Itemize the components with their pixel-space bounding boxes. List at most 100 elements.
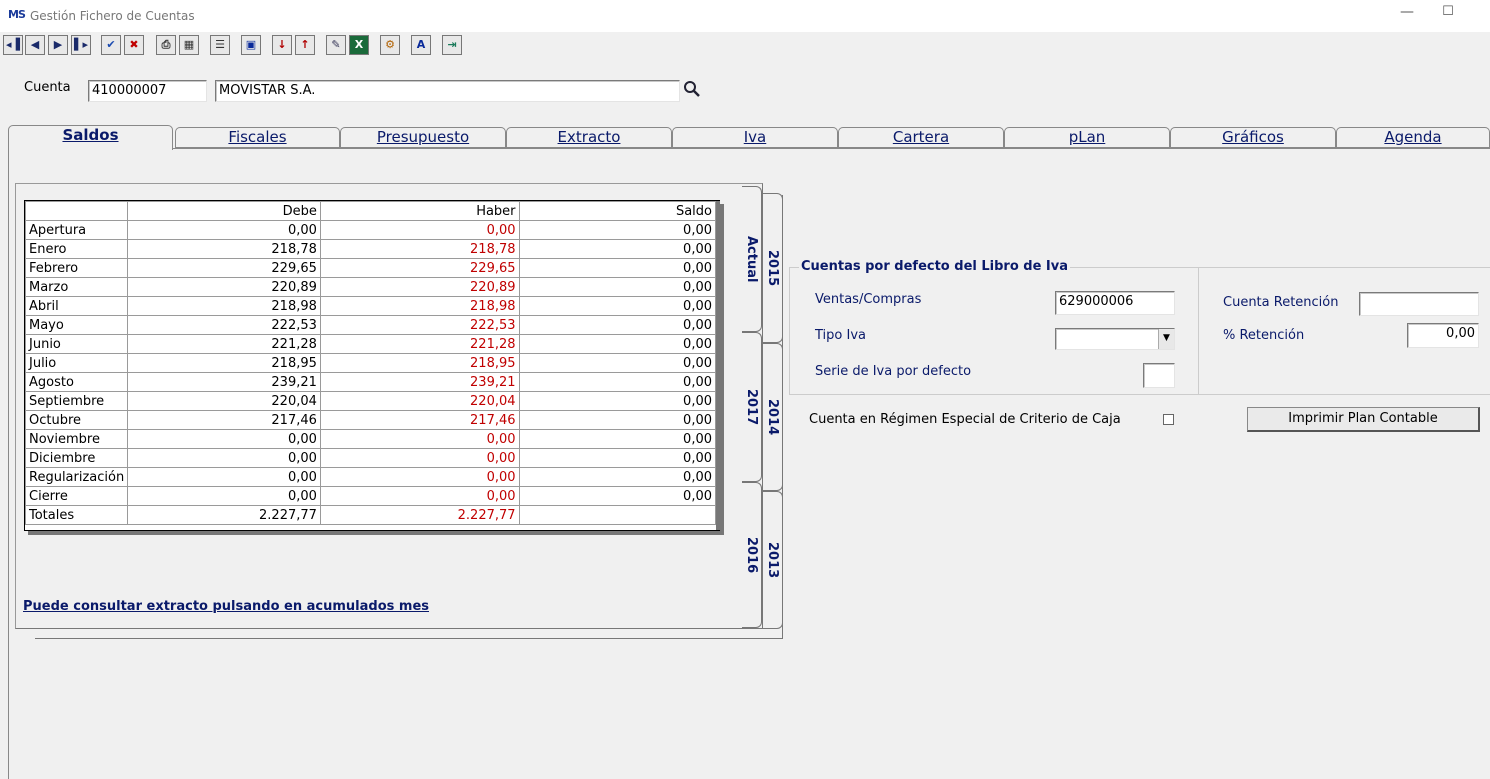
row-debe[interactable]: 221,28 [127, 334, 321, 354]
row-haber[interactable]: 222,53 [319, 315, 520, 335]
year-tab-2013[interactable]: 2013 [763, 491, 783, 629]
row-saldo[interactable]: 0,00 [518, 467, 717, 487]
exit-button[interactable]: ⇥ [442, 35, 462, 55]
grid-scrollbar[interactable] [716, 201, 720, 530]
table-row[interactable]: Mayo 222,53 222,53 0,00 [24, 315, 717, 335]
table-row[interactable]: Septiembre 220,04 220,04 0,00 [24, 391, 717, 411]
year-tab-2014[interactable]: 2014 [763, 343, 783, 491]
minimize-button[interactable]: — [1395, 4, 1419, 26]
row-saldo[interactable]: 0,00 [518, 277, 717, 297]
row-haber[interactable]: 217,46 [319, 410, 520, 430]
row-haber[interactable]: 0,00 [319, 448, 520, 468]
tools-button[interactable]: ⚙ [380, 35, 400, 55]
table-row[interactable]: Junio 221,28 221,28 0,00 [24, 334, 717, 354]
list-button[interactable]: ☰ [210, 35, 230, 55]
next-record-button[interactable]: ▶ [48, 35, 68, 55]
porcentaje-retencion-input[interactable]: 0,00 [1407, 323, 1479, 348]
table-row[interactable]: Apertura 0,00 0,00 0,00 [24, 220, 717, 240]
ventas-compras-input[interactable]: 629000006 [1055, 291, 1175, 315]
row-saldo[interactable]: 0,00 [518, 410, 717, 430]
row-haber[interactable]: 220,89 [319, 277, 520, 297]
criterio-caja-checkbox[interactable] [1163, 414, 1174, 425]
row-debe[interactable]: 0,00 [127, 467, 321, 487]
row-saldo[interactable]: 0,00 [518, 372, 717, 392]
table-row[interactable]: Marzo 220,89 220,89 0,00 [24, 277, 717, 297]
tipo-iva-select[interactable]: ▼ [1055, 328, 1175, 350]
row-debe[interactable]: 217,46 [127, 410, 321, 430]
first-record-button[interactable]: ◂▐ [3, 35, 23, 55]
calculator-button[interactable]: ▦ [179, 35, 199, 55]
row-debe[interactable]: 218,98 [127, 296, 321, 316]
chevron-down-icon[interactable]: ▼ [1158, 329, 1174, 349]
row-saldo[interactable]: 0,00 [518, 353, 717, 373]
row-saldo[interactable]: 0,00 [518, 391, 717, 411]
screen-button[interactable]: ▣ [241, 35, 261, 55]
row-haber[interactable]: 2.227,77 [319, 505, 520, 525]
year-tab-actual[interactable]: Actual [742, 186, 762, 332]
row-saldo[interactable]: 0,00 [518, 239, 717, 259]
table-row[interactable]: Totales 2.227,77 2.227,77 [24, 505, 717, 525]
print-button[interactable]: ⎙ [156, 35, 176, 55]
row-debe[interactable]: 0,00 [127, 429, 321, 449]
tab-fiscales[interactable]: Fiscales [175, 127, 340, 148]
row-debe[interactable]: 220,04 [127, 391, 321, 411]
row-haber[interactable]: 218,98 [319, 296, 520, 316]
row-saldo[interactable]: 0,00 [518, 486, 717, 506]
table-row[interactable]: Julio 218,95 218,95 0,00 [24, 353, 717, 373]
row-haber[interactable]: 239,21 [319, 372, 520, 392]
table-row[interactable]: Febrero 229,65 229,65 0,00 [24, 258, 717, 278]
serie-iva-input[interactable] [1143, 363, 1175, 388]
last-record-button[interactable]: ▌▸ [71, 35, 91, 55]
row-debe[interactable]: 0,00 [127, 220, 321, 240]
cancel-button[interactable]: ✖ [124, 35, 144, 55]
row-haber[interactable]: 0,00 [319, 429, 520, 449]
row-haber[interactable]: 0,00 [319, 220, 520, 240]
row-saldo[interactable] [518, 505, 717, 525]
tab-cartera[interactable]: Cartera [838, 127, 1004, 148]
search-icon[interactable] [683, 80, 703, 100]
row-debe[interactable]: 0,00 [127, 448, 321, 468]
tab-saldos[interactable]: Saldos [8, 125, 173, 150]
row-haber[interactable]: 0,00 [319, 486, 520, 506]
row-haber[interactable]: 220,04 [319, 391, 520, 411]
cuenta-retencion-input[interactable] [1359, 292, 1479, 316]
sort-asc-button[interactable]: ↓ [272, 35, 292, 55]
word-button[interactable]: A [411, 35, 431, 55]
row-saldo[interactable]: 0,00 [518, 315, 717, 335]
row-debe[interactable]: 218,95 [127, 353, 321, 373]
row-debe[interactable]: 239,21 [127, 372, 321, 392]
table-row[interactable]: Regularización 0,00 0,00 0,00 [24, 467, 717, 487]
table-row[interactable]: Abril 218,98 218,98 0,00 [24, 296, 717, 316]
imprimir-plan-button[interactable]: Imprimir Plan Contable [1247, 407, 1480, 432]
row-debe[interactable]: 218,78 [127, 239, 321, 259]
row-saldo[interactable]: 0,00 [518, 429, 717, 449]
table-row[interactable]: Noviembre 0,00 0,00 0,00 [24, 429, 717, 449]
tab-extracto[interactable]: Extracto [506, 127, 672, 148]
row-debe[interactable]: 229,65 [127, 258, 321, 278]
row-saldo[interactable]: 0,00 [518, 296, 717, 316]
tab-graficos[interactable]: Gráficos [1170, 127, 1336, 148]
tab-plan[interactable]: pLan [1004, 127, 1170, 148]
row-haber[interactable]: 229,65 [319, 258, 520, 278]
row-debe[interactable]: 222,53 [127, 315, 321, 335]
row-debe[interactable]: 2.227,77 [127, 505, 321, 525]
table-row[interactable]: Agosto 239,21 239,21 0,00 [24, 372, 717, 392]
sort-desc-button[interactable]: ↑ [295, 35, 315, 55]
extracto-hint-link[interactable]: Puede consultar extracto pulsando en acu… [23, 599, 429, 614]
table-row[interactable]: Octubre 217,46 217,46 0,00 [24, 410, 717, 430]
maximize-button[interactable]: ☐ [1436, 4, 1460, 26]
account-code-input[interactable]: 410000007 [88, 80, 207, 102]
notes-button[interactable]: ✎ [326, 35, 346, 55]
row-haber[interactable]: 221,28 [319, 334, 520, 354]
tab-agenda[interactable]: Agenda [1336, 127, 1490, 148]
table-row[interactable]: Diciembre 0,00 0,00 0,00 [24, 448, 717, 468]
row-haber[interactable]: 0,00 [319, 467, 520, 487]
row-saldo[interactable]: 0,00 [518, 220, 717, 240]
table-row[interactable]: Cierre 0,00 0,00 0,00 [24, 486, 717, 506]
table-row[interactable]: Enero 218,78 218,78 0,00 [24, 239, 717, 259]
row-saldo[interactable]: 0,00 [518, 258, 717, 278]
year-tab-2017[interactable]: 2017 [742, 332, 762, 482]
row-debe[interactable]: 220,89 [127, 277, 321, 297]
tab-presupuesto[interactable]: Presupuesto [340, 127, 506, 148]
row-debe[interactable]: 0,00 [127, 486, 321, 506]
